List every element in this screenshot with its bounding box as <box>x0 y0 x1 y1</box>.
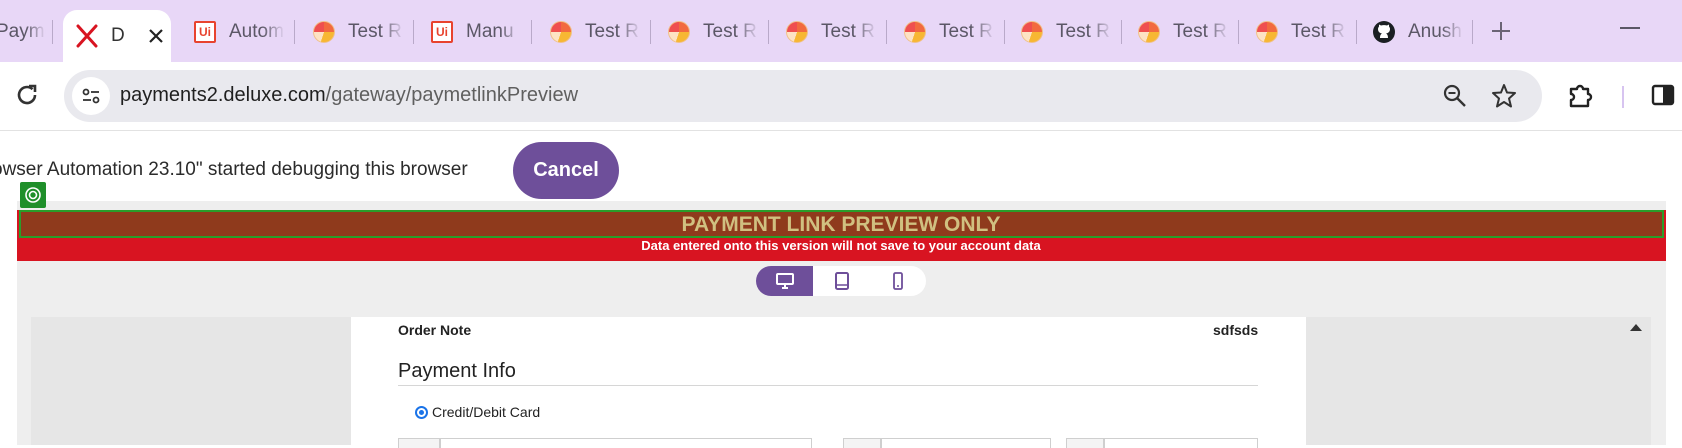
collapse-caret-icon[interactable] <box>1630 324 1642 331</box>
tab-divider <box>1472 20 1473 44</box>
test-report-pie-icon <box>312 20 336 44</box>
new-tab-icon[interactable] <box>1484 14 1518 48</box>
tab-test-report[interactable]: Test R <box>1020 10 1112 54</box>
tab-deluxe-active[interactable]: D <box>63 10 171 62</box>
expiry-field-prefix <box>843 438 881 448</box>
url-domain: payments2.deluxe.com <box>120 84 326 106</box>
device-preview-toggle <box>756 266 926 296</box>
test-report-pie-icon <box>667 20 691 44</box>
uipath-icon: Ui <box>193 20 217 44</box>
tab-label: Manu <box>466 21 514 42</box>
side-panel-icon[interactable] <box>1650 82 1676 108</box>
tablet-icon <box>834 272 849 290</box>
tab-divider <box>886 20 887 44</box>
deluxe-x-icon <box>75 24 99 48</box>
tab-test-report[interactable]: Test R <box>903 10 995 54</box>
preview-banner-subtitle: Data entered onto this version will not … <box>641 238 1041 253</box>
tablet-view-button[interactable] <box>813 266 870 296</box>
mobile-view-button[interactable] <box>869 266 926 296</box>
tab-divider <box>1121 20 1122 44</box>
desktop-view-button[interactable] <box>756 266 813 296</box>
payment-info-heading: Payment Info <box>398 360 516 382</box>
card-field-prefix <box>398 438 440 448</box>
test-report-pie-icon <box>1137 20 1161 44</box>
tab-label: Test R <box>821 21 875 42</box>
tab-label: Test R <box>1173 21 1227 42</box>
uipath-icon: Ui <box>430 20 454 44</box>
github-icon <box>1372 20 1396 44</box>
tab-divider <box>52 20 53 44</box>
tab-test-report[interactable]: Test R <box>1255 10 1347 54</box>
tab-label: Test R <box>1291 21 1345 42</box>
url-text[interactable]: payments2.deluxe.com/gateway/paymetlinkP… <box>120 84 578 107</box>
debugging-message: owser Automation 23.10" started debuggin… <box>0 159 468 180</box>
debugging-infobar: owser Automation 23.10" started debuggin… <box>0 131 1682 201</box>
tab-payments[interactable]: Payme <box>0 10 46 54</box>
site-info-icon[interactable] <box>72 77 110 115</box>
minimize-window-icon[interactable] <box>1620 27 1640 29</box>
tab-divider <box>1238 20 1239 44</box>
tab-divider <box>413 20 414 44</box>
credit-card-radio-label: Credit/Debit Card <box>432 404 541 420</box>
tab-divider <box>294 20 295 44</box>
toolbar-divider <box>1622 86 1624 108</box>
tab-test-report[interactable]: Test R <box>549 10 641 54</box>
tab-label: Test R <box>1056 21 1110 42</box>
tab-test-report[interactable]: Test R <box>785 10 877 54</box>
cvv-input[interactable] <box>1104 438 1258 448</box>
tab-label: Test R <box>939 21 993 42</box>
test-report-pie-icon <box>1020 20 1044 44</box>
tab-label: Payme <box>0 21 46 42</box>
tab-divider <box>1004 20 1005 44</box>
target-icon <box>20 182 46 208</box>
tab-divider <box>1356 20 1357 44</box>
reload-icon[interactable] <box>12 80 42 110</box>
tab-test-report[interactable]: Test R <box>1137 10 1229 54</box>
tab-automation[interactable]: Ui Autom <box>193 10 285 54</box>
preview-banner-title: PAYMENT LINK PREVIEW ONLY <box>681 213 1001 236</box>
tab-test-report[interactable]: Test R <box>667 10 759 54</box>
test-report-pie-icon <box>1255 20 1279 44</box>
cancel-debugging-button[interactable]: Cancel <box>513 142 619 199</box>
extensions-puzzle-icon[interactable] <box>1566 80 1596 110</box>
tab-divider <box>768 20 769 44</box>
tab-label: D <box>111 25 125 46</box>
bookmark-star-icon[interactable] <box>1490 82 1518 110</box>
credit-card-radio[interactable] <box>415 406 428 419</box>
zoom-icon[interactable] <box>1442 83 1468 109</box>
url-path: /gateway/paymetlinkPreview <box>325 84 579 106</box>
tab-github[interactable]: Anush <box>1372 10 1464 54</box>
tab-label: Test R <box>348 21 402 42</box>
tab-divider <box>531 20 532 44</box>
order-note-value: sdfsds <box>1213 322 1259 338</box>
tab-label: Test R <box>703 21 757 42</box>
tab-strip: Payme D Ui Autom Test R Ui Manu Test R T… <box>0 0 1682 62</box>
section-divider <box>398 385 1258 386</box>
card-number-input[interactable] <box>440 438 812 448</box>
order-note-label: Order Note <box>398 322 472 338</box>
mobile-icon <box>892 272 903 290</box>
test-report-pie-icon <box>549 20 573 44</box>
tab-label: Anush <box>1408 21 1462 42</box>
close-tab-icon[interactable] <box>147 27 165 45</box>
tab-test-report[interactable]: Test R <box>312 10 404 54</box>
test-report-pie-icon <box>785 20 809 44</box>
expiry-input[interactable] <box>881 438 1051 448</box>
tab-manual[interactable]: Ui Manu <box>430 10 522 54</box>
browser-toolbar: payments2.deluxe.com/gateway/paymetlinkP… <box>0 62 1682 131</box>
test-report-pie-icon <box>903 20 927 44</box>
desktop-icon <box>775 273 794 289</box>
cvv-field-prefix <box>1066 438 1104 448</box>
tab-label: Autom <box>229 21 284 42</box>
address-bar[interactable]: payments2.deluxe.com/gateway/paymetlinkP… <box>64 70 1542 122</box>
tab-label: Test R <box>585 21 639 42</box>
tab-divider <box>650 20 651 44</box>
